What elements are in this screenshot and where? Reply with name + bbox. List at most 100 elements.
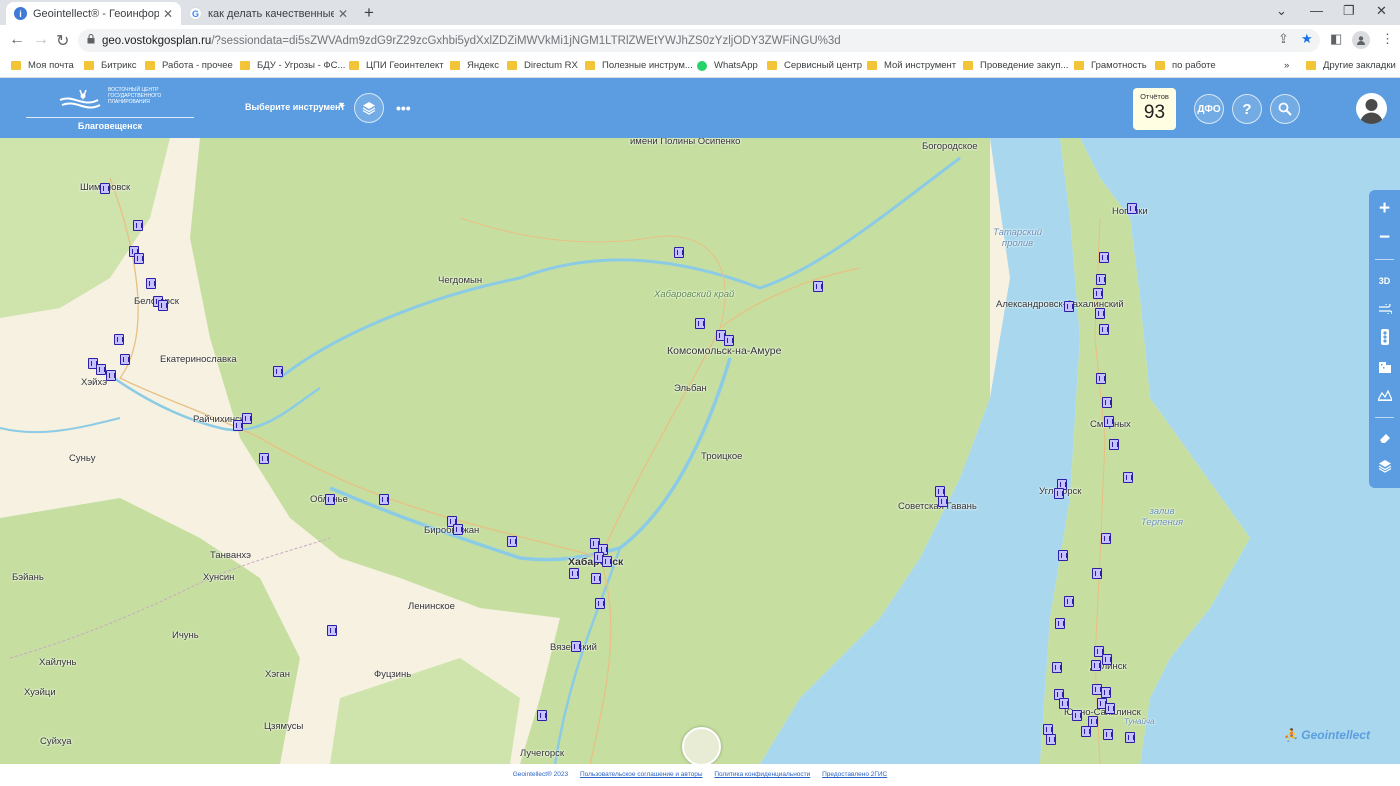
search-button[interactable] — [1270, 94, 1300, 124]
report-marker[interactable] — [569, 568, 579, 579]
report-marker[interactable] — [1096, 274, 1106, 285]
bookmark-item[interactable]: ЦПИ Геоинтелект — [349, 60, 444, 71]
minimize-icon[interactable]: — — [1310, 3, 1323, 18]
report-marker[interactable] — [602, 556, 612, 567]
bookmark-star-icon[interactable]: ★ — [1301, 31, 1313, 47]
report-marker[interactable] — [1096, 373, 1106, 384]
report-marker[interactable] — [259, 453, 269, 464]
dropdown-arrow-icon[interactable]: ▼ — [337, 100, 346, 110]
bookmark-item[interactable]: Полезные инструм... — [585, 60, 693, 71]
help-button[interactable]: ? — [1232, 94, 1262, 124]
zoom-out-button[interactable]: − — [1369, 226, 1400, 250]
tool-select[interactable]: Выберите инструмент — [245, 102, 345, 112]
report-marker[interactable] — [591, 573, 601, 584]
bookmark-item[interactable]: WhatsApp — [697, 60, 758, 71]
report-marker[interactable] — [1092, 568, 1102, 579]
map-canvas[interactable]: имени Полины Осипенко Богородское Шимано… — [0, 138, 1400, 764]
bookmark-item[interactable]: Работа - прочее — [145, 60, 233, 71]
terms-link[interactable]: Пользовательское соглашение и авторы — [580, 771, 703, 778]
report-marker[interactable] — [1102, 654, 1112, 665]
report-marker[interactable] — [1055, 618, 1065, 629]
tab-search-icon[interactable]: ⌄ — [1276, 3, 1287, 19]
report-marker[interactable] — [724, 335, 734, 346]
basemap-layers-button[interactable] — [1369, 454, 1400, 478]
report-marker[interactable] — [813, 281, 823, 292]
eraser-button[interactable] — [1369, 426, 1400, 450]
bookmark-item[interactable]: Проведение закуп... — [963, 60, 1068, 71]
buildings-layer-button[interactable] — [1369, 354, 1400, 378]
report-marker[interactable] — [1105, 703, 1115, 714]
more-dots-icon[interactable]: ••• — [396, 100, 411, 116]
traffic-layer-button[interactable] — [1369, 325, 1400, 349]
report-marker[interactable] — [1102, 397, 1112, 408]
report-marker[interactable] — [1081, 726, 1091, 737]
report-marker[interactable] — [273, 366, 283, 377]
forward-icon[interactable]: → — [33, 31, 49, 49]
report-marker[interactable] — [146, 278, 156, 289]
new-tab-icon[interactable]: + — [364, 3, 374, 23]
tab-geointellect[interactable]: i Geointellect® - Геоинформацио ✕ — [6, 2, 181, 25]
district-button[interactable]: ДФО — [1194, 94, 1224, 124]
report-marker[interactable] — [1123, 472, 1133, 483]
close-tab-icon[interactable]: ✕ — [163, 7, 173, 21]
report-marker[interactable] — [1101, 533, 1111, 544]
report-marker[interactable] — [158, 300, 168, 311]
bookmark-item[interactable]: Грамотность — [1074, 60, 1147, 71]
minimap-toggle[interactable] — [682, 727, 721, 766]
report-marker[interactable] — [325, 494, 335, 505]
report-marker[interactable] — [1064, 301, 1074, 312]
report-marker[interactable] — [1046, 734, 1056, 745]
wind-layer-button[interactable] — [1369, 297, 1400, 321]
report-marker[interactable] — [507, 536, 517, 547]
city-name[interactable]: Благовещенск — [26, 121, 194, 131]
reports-counter[interactable]: Отчётов 93 — [1133, 88, 1176, 130]
bookmark-item[interactable]: Битрикс — [84, 60, 137, 71]
report-marker[interactable] — [106, 370, 116, 381]
report-marker[interactable] — [1093, 288, 1103, 299]
report-marker[interactable] — [1058, 550, 1068, 561]
report-marker[interactable] — [1099, 252, 1109, 263]
report-marker[interactable] — [100, 183, 110, 194]
reload-icon[interactable]: ↻ — [56, 31, 69, 51]
report-marker[interactable] — [114, 334, 124, 345]
close-tab-icon[interactable]: ✕ — [338, 7, 348, 21]
report-marker[interactable] — [571, 641, 581, 652]
report-marker[interactable] — [695, 318, 705, 329]
report-marker[interactable] — [1064, 596, 1074, 607]
report-marker[interactable] — [134, 253, 144, 264]
back-icon[interactable]: ← — [9, 31, 25, 49]
side-panel-icon[interactable]: ◧ — [1330, 31, 1342, 47]
menu-kebab-icon[interactable]: ⋮ — [1381, 31, 1394, 47]
report-marker[interactable] — [1125, 732, 1135, 743]
report-marker[interactable] — [1072, 710, 1082, 721]
report-marker[interactable] — [1095, 308, 1105, 319]
report-marker[interactable] — [1104, 416, 1114, 427]
3d-mode-button[interactable]: 3D — [1369, 269, 1400, 293]
report-marker[interactable] — [1052, 662, 1062, 673]
report-marker[interactable] — [1103, 729, 1113, 740]
report-marker[interactable] — [1059, 698, 1069, 709]
2gis-link[interactable]: Предоставлено 2ГИС — [822, 771, 887, 778]
report-marker[interactable] — [242, 413, 252, 424]
bookmark-item[interactable]: Моя почта — [11, 60, 74, 71]
report-marker[interactable] — [537, 710, 547, 721]
report-marker[interactable] — [133, 220, 143, 231]
bookmark-item[interactable]: Directum RX — [507, 60, 578, 71]
layers-button[interactable] — [354, 93, 384, 123]
close-window-icon[interactable]: ✕ — [1376, 3, 1387, 19]
relief-layer-button[interactable] — [1369, 383, 1400, 407]
report-marker[interactable] — [1109, 439, 1119, 450]
report-marker[interactable] — [379, 494, 389, 505]
address-bar[interactable]: geo.vostokgosplan.ru/?sessiondata=di5sZW… — [78, 29, 1320, 52]
report-marker[interactable] — [1101, 687, 1111, 698]
bookmark-other[interactable]: Другие закладки — [1306, 60, 1396, 71]
report-marker[interactable] — [595, 598, 605, 609]
bookmark-item[interactable]: Мой инструмент — [867, 60, 956, 71]
share-icon[interactable]: ⇪ — [1278, 31, 1289, 47]
zoom-in-button[interactable]: + — [1369, 197, 1400, 221]
bookmarks-overflow[interactable]: » — [1284, 60, 1289, 71]
user-avatar[interactable] — [1356, 93, 1387, 124]
restore-icon[interactable]: ❐ — [1343, 3, 1355, 19]
bookmark-item[interactable]: БДУ - Угрозы - ФС... — [240, 60, 345, 71]
report-marker[interactable] — [1099, 324, 1109, 335]
